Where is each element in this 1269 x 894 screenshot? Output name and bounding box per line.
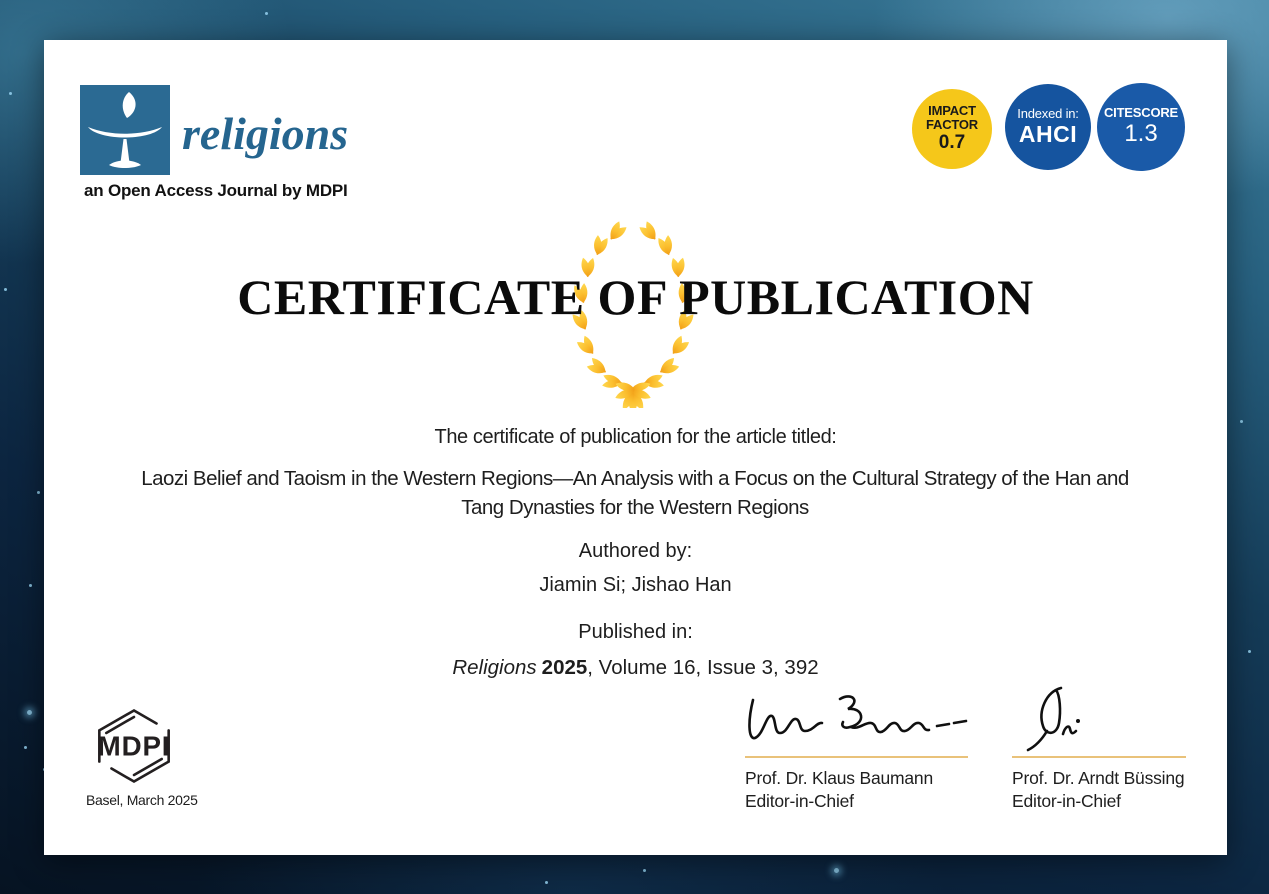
signatory-2: Prof. Dr. Arndt Büssing Editor-in-Chief bbox=[1012, 767, 1184, 812]
article-title: Laozi Belief and Taoism in the Western R… bbox=[140, 464, 1130, 522]
signature-line-1 bbox=[745, 756, 968, 758]
published-in-label: Published in: bbox=[44, 621, 1227, 644]
indexed-in-value: AHCI bbox=[1019, 122, 1077, 147]
publication-year: 2025 bbox=[542, 656, 588, 679]
signature-klaus-baumann-icon bbox=[745, 692, 971, 754]
publication-reference: Religions 2025, Volume 16, Issue 3, 392 bbox=[44, 656, 1227, 680]
signatory-2-title: Editor-in-Chief bbox=[1012, 790, 1184, 813]
authors-names: Jiamin Si; Jishao Han bbox=[44, 574, 1227, 597]
impact-factor-label-line1: IMPACT bbox=[928, 104, 976, 118]
publication-journal-name: Religions bbox=[452, 656, 536, 679]
journal-wordmark: religions bbox=[182, 107, 348, 160]
authored-by-label: Authored by: bbox=[44, 540, 1227, 563]
certificate-heading: CERTIFICATE OF PUBLICATION bbox=[44, 268, 1227, 326]
signature-klaus-baumann bbox=[745, 692, 971, 754]
signatory-1-title: Editor-in-Chief bbox=[745, 790, 933, 813]
signature-line-2 bbox=[1012, 756, 1186, 758]
religions-chalice-icon bbox=[80, 85, 170, 175]
certificate-card: religions an Open Access Journal by MDPI… bbox=[44, 40, 1227, 855]
indexed-in-label: Indexed in: bbox=[1017, 107, 1078, 121]
signatory-2-name: Prof. Dr. Arndt Büssing bbox=[1012, 767, 1184, 790]
citescore-value: 1.3 bbox=[1124, 121, 1157, 147]
signature-arndt-buessing-icon bbox=[1019, 685, 1091, 753]
signature-arndt-buessing bbox=[1019, 685, 1091, 753]
journal-tagline: an Open Access Journal by MDPI bbox=[84, 181, 484, 201]
impact-factor-badge: IMPACT FACTOR 0.7 bbox=[912, 89, 992, 169]
publication-volume-issue: , Volume 16, Issue 3, 392 bbox=[587, 656, 818, 679]
signatory-1: Prof. Dr. Klaus Baumann Editor-in-Chief bbox=[745, 767, 933, 812]
citescore-badge: CITESCORE 1.3 bbox=[1097, 83, 1185, 171]
certificate-intro-line: The certificate of publication for the a… bbox=[44, 426, 1227, 449]
place-and-date: Basel, March 2025 bbox=[86, 792, 198, 808]
nebula-background: religions an Open Access Journal by MDPI… bbox=[0, 0, 1269, 894]
signatory-1-name: Prof. Dr. Klaus Baumann bbox=[745, 767, 933, 790]
mdpi-logo: MDPI bbox=[82, 704, 186, 788]
impact-factor-value: 0.7 bbox=[939, 133, 965, 154]
impact-factor-label-line2: FACTOR bbox=[926, 118, 978, 132]
indexed-in-badge: Indexed in: AHCI bbox=[1005, 84, 1091, 170]
citescore-label: CITESCORE bbox=[1104, 106, 1178, 120]
mdpi-logo-text: MDPI bbox=[98, 731, 171, 762]
